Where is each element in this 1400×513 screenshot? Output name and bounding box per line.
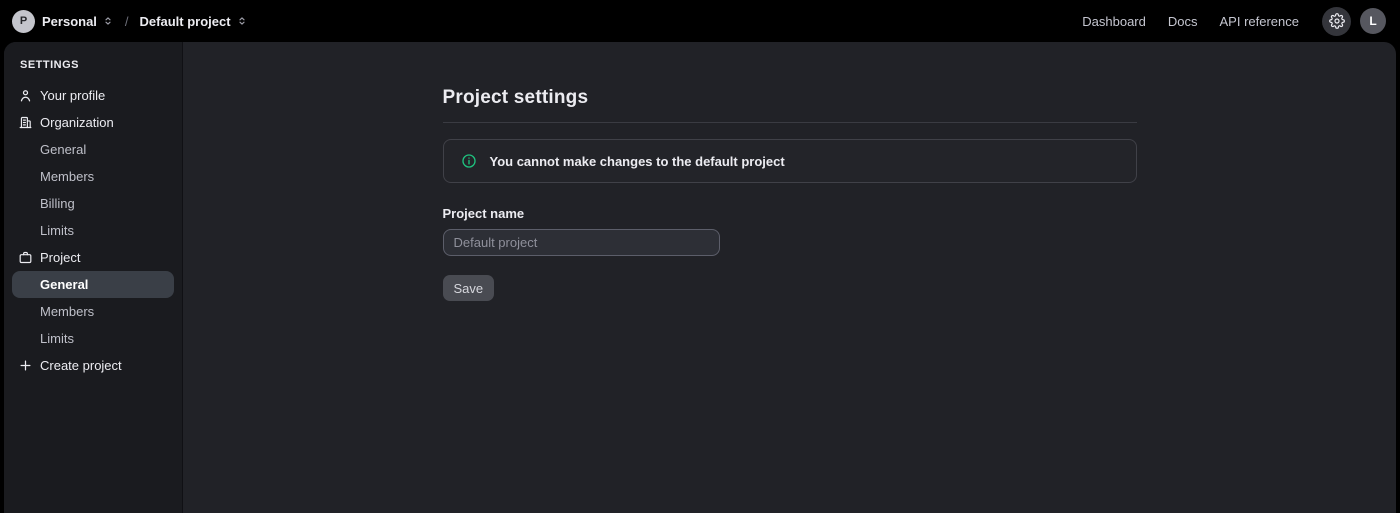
sidebar-item-label: Organization	[40, 115, 114, 130]
project-name: Default project	[139, 13, 231, 29]
sidebar-item-label: Limits	[40, 331, 74, 346]
sidebar-item-org-billing[interactable]: Billing	[12, 190, 174, 217]
nav-link-api-reference[interactable]: API reference	[1209, 14, 1311, 29]
breadcrumb-separator: /	[124, 13, 129, 29]
sidebar-item-org-limits[interactable]: Limits	[12, 217, 174, 244]
building-icon	[18, 115, 33, 130]
plus-icon	[18, 358, 33, 373]
settings-sidebar: SETTINGS Your profile Organization Gener…	[4, 42, 183, 513]
title-divider	[442, 122, 1137, 123]
project-name-label: Project name	[442, 206, 525, 221]
org-switcher[interactable]: Personal	[42, 14, 114, 29]
nav-link-dashboard[interactable]: Dashboard	[1071, 14, 1157, 29]
topbar-nav: Dashboard Docs API reference L	[1071, 6, 1386, 36]
project-name-input[interactable]	[442, 229, 720, 256]
sidebar-item-project-limits[interactable]: Limits	[12, 325, 174, 352]
sidebar-item-organization[interactable]: Organization	[12, 109, 174, 136]
org-avatar[interactable]: P	[12, 9, 35, 33]
sidebar-item-label: Members	[40, 169, 95, 184]
user-avatar[interactable]: L	[1360, 8, 1386, 34]
chevron-up-down-icon	[238, 17, 245, 25]
sidebar-item-label: Create project	[40, 358, 122, 373]
nav-link-docs[interactable]: Docs	[1157, 14, 1209, 29]
sidebar-item-label: Members	[40, 304, 95, 319]
topbar: P Personal / Default project Dashboard D…	[0, 0, 1400, 42]
sidebar-item-project-general[interactable]: General	[12, 271, 174, 298]
sidebar-item-label: General	[40, 277, 89, 292]
sidebar-item-label: Your profile	[40, 88, 106, 103]
sidebar-item-label: Limits	[40, 223, 74, 238]
settings-panel: SETTINGS Your profile Organization Gener…	[4, 42, 1396, 513]
gear-icon	[1328, 13, 1345, 29]
sidebar-item-create-project[interactable]: Create project	[12, 352, 174, 379]
main-area: Project settings You cannot make changes…	[183, 42, 1396, 513]
info-circle-icon	[461, 153, 477, 169]
settings-button[interactable]	[1322, 6, 1351, 36]
sidebar-heading: SETTINGS	[20, 59, 80, 71]
sidebar-item-label: Billing	[40, 196, 75, 211]
sidebar-item-label: Project	[40, 250, 81, 265]
sidebar-item-org-general[interactable]: General	[12, 136, 174, 163]
briefcase-icon	[18, 250, 33, 265]
sidebar-item-project[interactable]: Project	[12, 244, 174, 271]
chevron-up-down-icon	[105, 17, 111, 25]
save-button[interactable]: Save	[442, 275, 495, 301]
info-banner-message: You cannot make changes to the default p…	[489, 153, 785, 169]
org-name: Personal	[42, 13, 97, 29]
project-settings-content: Project settings You cannot make changes…	[442, 42, 1137, 513]
info-banner: You cannot make changes to the default p…	[442, 139, 1137, 183]
project-switcher[interactable]: Default project	[140, 14, 248, 29]
person-icon	[18, 88, 33, 103]
page-title: Project settings	[442, 87, 589, 108]
sidebar-item-org-members[interactable]: Members	[12, 163, 174, 190]
sidebar-item-project-members[interactable]: Members	[12, 298, 174, 325]
sidebar-item-label: General	[40, 142, 87, 157]
breadcrumb: P Personal / Default project	[12, 9, 248, 33]
sidebar-item-your-profile[interactable]: Your profile	[12, 82, 174, 109]
